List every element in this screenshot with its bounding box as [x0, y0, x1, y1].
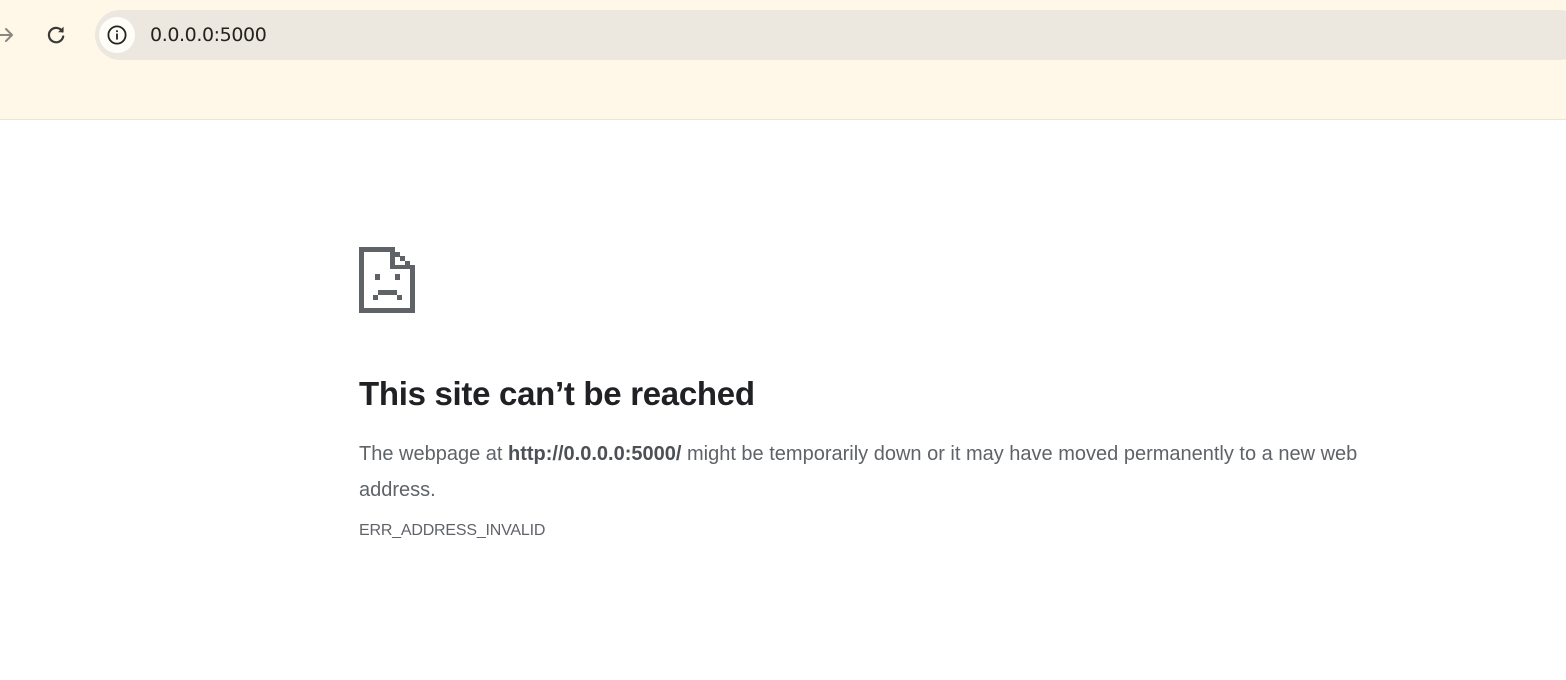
error-code: ERR_ADDRESS_INVALID — [359, 522, 546, 539]
forward-button[interactable] — [0, 15, 26, 55]
error-description-url: http://0.0.0.0:5000/ — [508, 443, 682, 465]
address-bar[interactable]: 0.0.0.0:5000 — [95, 10, 1566, 60]
info-circle-icon — [107, 25, 127, 45]
reload-button[interactable] — [36, 15, 76, 55]
error-description: The webpage at http://0.0.0.0:5000/ migh… — [359, 436, 1369, 508]
error-page-content: This site can’t be reached The webpage a… — [359, 247, 1369, 541]
arrow-right-icon — [0, 28, 13, 42]
browser-toolbar: 0.0.0.0:5000 — [0, 0, 1566, 120]
sad-document-icon — [359, 247, 415, 313]
site-info-button[interactable] — [99, 17, 135, 53]
reload-icon — [47, 26, 65, 44]
address-bar-url[interactable]: 0.0.0.0:5000 — [150, 23, 267, 47]
error-description-prefix: The webpage at — [359, 443, 508, 465]
error-title: This site can’t be reached — [359, 375, 755, 412]
